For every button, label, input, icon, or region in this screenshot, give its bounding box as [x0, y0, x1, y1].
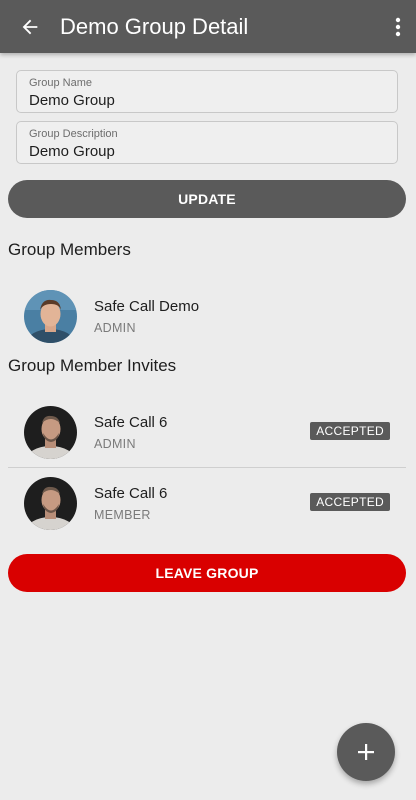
- update-button[interactable]: UPDATE: [8, 180, 406, 218]
- group-description-field[interactable]: Group Description: [16, 121, 398, 164]
- group-description-input[interactable]: [29, 143, 385, 160]
- plus-icon: [358, 744, 374, 760]
- more-options-button[interactable]: [380, 0, 416, 53]
- leave-group-button[interactable]: LEAVE GROUP: [8, 554, 406, 592]
- back-button[interactable]: [0, 0, 60, 53]
- group-invites-heading: Group Member Invites: [8, 356, 177, 375]
- more-vert-icon: [395, 17, 401, 36]
- member-role: ADMIN: [94, 321, 136, 335]
- app-bar: Demo Group Detail: [0, 0, 416, 53]
- status-badge: ACCEPTED: [310, 493, 390, 511]
- member-name: Safe Call Demo: [94, 298, 200, 315]
- invite-role: MEMBER: [94, 508, 151, 522]
- group-members-heading: Group Members: [8, 240, 131, 259]
- invite-name: Safe Call 6: [94, 414, 168, 431]
- invite-item[interactable]: Safe Call 6 MEMBER ACCEPTED: [8, 468, 408, 538]
- invite-name: Safe Call 6: [94, 485, 168, 502]
- group-name-input[interactable]: [29, 92, 385, 109]
- avatar: [24, 290, 77, 343]
- status-badge: ACCEPTED: [310, 422, 390, 440]
- arrow-left-icon: [22, 19, 38, 34]
- avatar: [24, 477, 77, 530]
- invite-role: ADMIN: [94, 437, 136, 451]
- invite-item[interactable]: Safe Call 6 ADMIN ACCEPTED: [8, 397, 408, 467]
- add-member-button[interactable]: [337, 723, 395, 781]
- group-name-field[interactable]: Group Name: [16, 70, 398, 113]
- group-name-label: Group Name: [29, 77, 92, 89]
- group-description-label: Group Description: [29, 128, 118, 140]
- avatar: [24, 406, 77, 459]
- page-title: Demo Group Detail: [60, 13, 249, 39]
- member-item[interactable]: Safe Call Demo ADMIN: [8, 281, 408, 351]
